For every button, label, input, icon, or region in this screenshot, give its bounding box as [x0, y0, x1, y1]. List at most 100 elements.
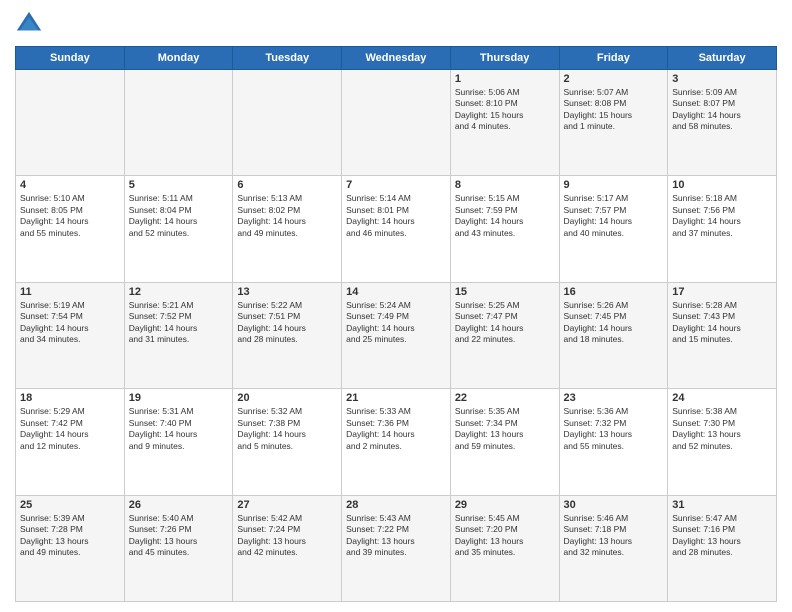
day-number: 26: [129, 499, 229, 511]
day-info: Sunrise: 5:09 AM Sunset: 8:07 PM Dayligh…: [672, 87, 772, 133]
calendar-cell: 21 Sunrise: 5:33 AM Sunset: 7:36 PM Dayli…: [342, 389, 451, 495]
day-info: Sunrise: 5:13 AM Sunset: 8:02 PM Dayligh…: [237, 193, 337, 239]
calendar-cell: 26 Sunrise: 5:40 AM Sunset: 7:26 PM Dayli…: [124, 495, 233, 601]
day-number: 19: [129, 392, 229, 404]
calendar-cell: 18 Sunrise: 5:29 AM Sunset: 7:42 PM Dayli…: [16, 389, 125, 495]
day-number: 16: [564, 286, 664, 298]
calendar-cell: 3 Sunrise: 5:09 AM Sunset: 8:07 PM Daylig…: [668, 70, 777, 176]
calendar-cell: 31 Sunrise: 5:47 AM Sunset: 7:16 PM Dayli…: [668, 495, 777, 601]
day-number: 4: [20, 179, 120, 191]
day-info: Sunrise: 5:22 AM Sunset: 7:51 PM Dayligh…: [237, 300, 337, 346]
day-info: Sunrise: 5:19 AM Sunset: 7:54 PM Dayligh…: [20, 300, 120, 346]
day-info: Sunrise: 5:17 AM Sunset: 7:57 PM Dayligh…: [564, 193, 664, 239]
calendar-cell: 13Sunrise: 5:22 AM Sunset: 7:51 PM Dayli…: [233, 282, 342, 388]
weekday-header-thursday: Thursday: [450, 47, 559, 70]
page: SundayMondayTuesdayWednesdayThursdayFrid…: [0, 0, 792, 612]
day-number: 22: [455, 392, 555, 404]
day-info: Sunrise: 5:14 AM Sunset: 8:01 PM Dayligh…: [346, 193, 446, 239]
day-info: Sunrise: 5:40 AM Sunset: 7:26 PM Dayligh…: [129, 513, 229, 559]
calendar-cell: 19 Sunrise: 5:31 AM Sunset: 7:40 PM Dayli…: [124, 389, 233, 495]
calendar-week-3: 11 Sunrise: 5:19 AM Sunset: 7:54 PM Dayli…: [16, 282, 777, 388]
weekday-header-friday: Friday: [559, 47, 668, 70]
calendar-cell: 17 Sunrise: 5:28 AM Sunset: 7:43 PM Dayli…: [668, 282, 777, 388]
calendar-cell: 28Sunrise: 5:43 AM Sunset: 7:22 PM Dayli…: [342, 495, 451, 601]
calendar-cell: [342, 70, 451, 176]
day-info: Sunrise: 5:36 AM Sunset: 7:32 PM Dayligh…: [564, 406, 664, 452]
calendar-cell: 14Sunrise: 5:24 AM Sunset: 7:49 PM Dayli…: [342, 282, 451, 388]
calendar-cell: 22Sunrise: 5:35 AM Sunset: 7:34 PM Dayli…: [450, 389, 559, 495]
day-number: 8: [455, 179, 555, 191]
calendar-cell: [124, 70, 233, 176]
calendar-cell: 27 Sunrise: 5:42 AM Sunset: 7:24 PM Dayli…: [233, 495, 342, 601]
day-number: 6: [237, 179, 337, 191]
calendar-cell: 8 Sunrise: 5:15 AM Sunset: 7:59 PM Daylig…: [450, 176, 559, 282]
day-number: 30: [564, 499, 664, 511]
day-number: 11: [20, 286, 120, 298]
calendar-cell: 9 Sunrise: 5:17 AM Sunset: 7:57 PM Daylig…: [559, 176, 668, 282]
day-number: 5: [129, 179, 229, 191]
logo: [15, 10, 47, 38]
day-info: Sunrise: 5:18 AM Sunset: 7:56 PM Dayligh…: [672, 193, 772, 239]
day-info: Sunrise: 5:15 AM Sunset: 7:59 PM Dayligh…: [455, 193, 555, 239]
day-number: 18: [20, 392, 120, 404]
calendar-cell: 29Sunrise: 5:45 AM Sunset: 7:20 PM Dayli…: [450, 495, 559, 601]
calendar-table: SundayMondayTuesdayWednesdayThursdayFrid…: [15, 46, 777, 602]
day-info: Sunrise: 5:28 AM Sunset: 7:43 PM Dayligh…: [672, 300, 772, 346]
weekday-header-monday: Monday: [124, 47, 233, 70]
day-number: 20: [237, 392, 337, 404]
day-number: 24: [672, 392, 772, 404]
calendar-cell: 16 Sunrise: 5:26 AM Sunset: 7:45 PM Dayli…: [559, 282, 668, 388]
day-info: Sunrise: 5:06 AM Sunset: 8:10 PM Dayligh…: [455, 87, 555, 133]
day-info: Sunrise: 5:11 AM Sunset: 8:04 PM Dayligh…: [129, 193, 229, 239]
day-number: 25: [20, 499, 120, 511]
calendar-week-5: 25 Sunrise: 5:39 AM Sunset: 7:28 PM Dayli…: [16, 495, 777, 601]
weekday-header-wednesday: Wednesday: [342, 47, 451, 70]
day-number: 9: [564, 179, 664, 191]
day-number: 2: [564, 73, 664, 85]
header: [15, 10, 777, 38]
calendar-cell: 7 Sunrise: 5:14 AM Sunset: 8:01 PM Daylig…: [342, 176, 451, 282]
calendar-cell: 12 Sunrise: 5:21 AM Sunset: 7:52 PM Dayli…: [124, 282, 233, 388]
weekday-header-row: SundayMondayTuesdayWednesdayThursdayFrid…: [16, 47, 777, 70]
day-info: Sunrise: 5:43 AM Sunset: 7:22 PM Dayligh…: [346, 513, 446, 559]
calendar-cell: 30Sunrise: 5:46 AM Sunset: 7:18 PM Dayli…: [559, 495, 668, 601]
day-number: 23: [564, 392, 664, 404]
calendar-cell: 23 Sunrise: 5:36 AM Sunset: 7:32 PM Dayli…: [559, 389, 668, 495]
day-number: 17: [672, 286, 772, 298]
calendar-cell: [233, 70, 342, 176]
day-number: 3: [672, 73, 772, 85]
day-info: Sunrise: 5:45 AM Sunset: 7:20 PM Dayligh…: [455, 513, 555, 559]
calendar-cell: 6 Sunrise: 5:13 AM Sunset: 8:02 PM Daylig…: [233, 176, 342, 282]
day-info: Sunrise: 5:24 AM Sunset: 7:49 PM Dayligh…: [346, 300, 446, 346]
day-info: Sunrise: 5:33 AM Sunset: 7:36 PM Dayligh…: [346, 406, 446, 452]
calendar-week-4: 18 Sunrise: 5:29 AM Sunset: 7:42 PM Dayli…: [16, 389, 777, 495]
calendar-cell: 11 Sunrise: 5:19 AM Sunset: 7:54 PM Dayli…: [16, 282, 125, 388]
day-number: 7: [346, 179, 446, 191]
day-number: 10: [672, 179, 772, 191]
calendar-cell: 2 Sunrise: 5:07 AM Sunset: 8:08 PM Daylig…: [559, 70, 668, 176]
logo-icon: [15, 10, 43, 38]
day-info: Sunrise: 5:26 AM Sunset: 7:45 PM Dayligh…: [564, 300, 664, 346]
day-number: 21: [346, 392, 446, 404]
calendar-week-1: 1 Sunrise: 5:06 AM Sunset: 8:10 PM Daylig…: [16, 70, 777, 176]
day-number: 12: [129, 286, 229, 298]
calendar-cell: 10 Sunrise: 5:18 AM Sunset: 7:56 PM Dayli…: [668, 176, 777, 282]
day-info: Sunrise: 5:47 AM Sunset: 7:16 PM Dayligh…: [672, 513, 772, 559]
day-info: Sunrise: 5:07 AM Sunset: 8:08 PM Dayligh…: [564, 87, 664, 133]
day-info: Sunrise: 5:31 AM Sunset: 7:40 PM Dayligh…: [129, 406, 229, 452]
calendar-cell: 20Sunrise: 5:32 AM Sunset: 7:38 PM Dayli…: [233, 389, 342, 495]
day-number: 31: [672, 499, 772, 511]
day-info: Sunrise: 5:39 AM Sunset: 7:28 PM Dayligh…: [20, 513, 120, 559]
day-info: Sunrise: 5:10 AM Sunset: 8:05 PM Dayligh…: [20, 193, 120, 239]
day-number: 1: [455, 73, 555, 85]
calendar-cell: 15 Sunrise: 5:25 AM Sunset: 7:47 PM Dayli…: [450, 282, 559, 388]
day-number: 15: [455, 286, 555, 298]
calendar-cell: 24Sunrise: 5:38 AM Sunset: 7:30 PM Dayli…: [668, 389, 777, 495]
day-info: Sunrise: 5:29 AM Sunset: 7:42 PM Dayligh…: [20, 406, 120, 452]
calendar-cell: [16, 70, 125, 176]
day-info: Sunrise: 5:21 AM Sunset: 7:52 PM Dayligh…: [129, 300, 229, 346]
day-number: 27: [237, 499, 337, 511]
weekday-header-tuesday: Tuesday: [233, 47, 342, 70]
day-info: Sunrise: 5:42 AM Sunset: 7:24 PM Dayligh…: [237, 513, 337, 559]
day-info: Sunrise: 5:25 AM Sunset: 7:47 PM Dayligh…: [455, 300, 555, 346]
